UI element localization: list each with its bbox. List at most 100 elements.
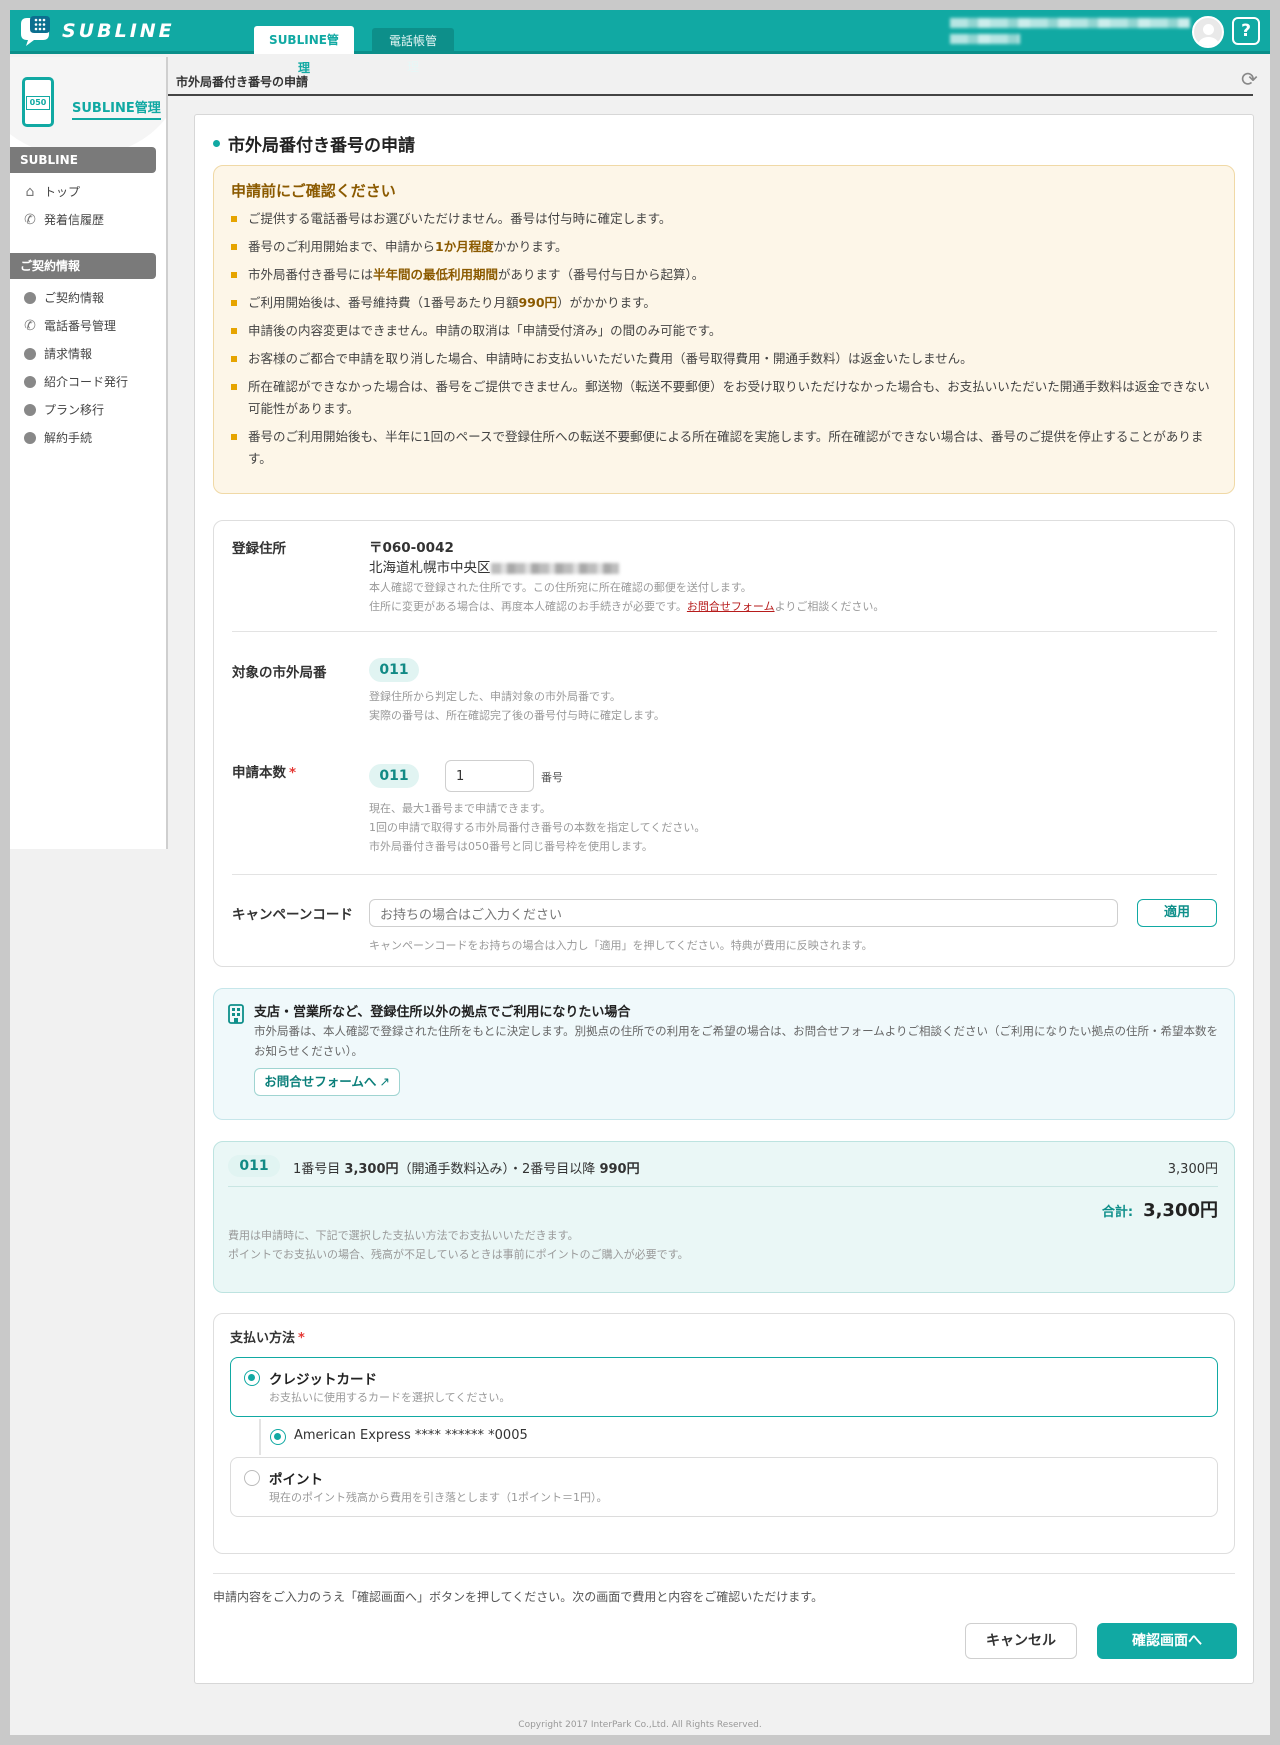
top-header: SUBLINE SUBLINE管理 電話帳管理 ? (10, 10, 1270, 75)
logo-text: SUBLINE (62, 20, 175, 42)
amex-card-radio[interactable] (270, 1429, 286, 1445)
bullet-icon (24, 347, 36, 360)
sidebar-item-label: 解約手続 (44, 431, 93, 445)
sidebar-item-contract-info[interactable]: ご契約情報 (22, 289, 104, 306)
precheck-notice: 申請前にご確認ください ご提供する電話番号はお選びいただけません。番号は付与時に… (213, 165, 1235, 494)
sidebar-item-phone-numbers[interactable]: ✆ 電話番号管理 (22, 317, 116, 334)
bullet-icon (24, 431, 36, 444)
notice-item: 市外局番付き番号には半年間の最低利用期間があります（番号付与日から起算）。 (231, 264, 1221, 286)
main-content: 市外局番付き番号の申請 ⟳ 市外局番付き番号の申請 申請前にご確認ください ご提… (168, 57, 1270, 1735)
blurred-account-id (950, 34, 1020, 44)
sidebar-item-label: ご契約情報 (44, 291, 105, 305)
quantity-note-2: 1回の申請で取得する市外局番付き番号の本数を指定してください。 (369, 821, 706, 834)
chat-logo-icon[interactable] (18, 14, 52, 48)
building-icon (228, 1004, 244, 1024)
notice-item: ご利用開始後は、番号維持費（1番号あたり月額990円）がかかります。 (231, 292, 1221, 314)
sidebar-item-cancellation[interactable]: 解約手続 (22, 429, 92, 446)
footer-note: 申請内容をご入力のうえ「確認画面へ」ボタンを押してください。次の画面で費用と内容… (213, 1590, 824, 1604)
sidebar-item-label: 電話番号管理 (44, 319, 117, 333)
tab-phonebook-admin[interactable]: 電話帳管理 (372, 28, 454, 74)
quantity-note-1: 現在、最大1番号まで申請できます。 (369, 802, 551, 815)
apply-campaign-button[interactable]: 適用 (1137, 899, 1217, 927)
cancel-button[interactable]: キャンセル (965, 1623, 1077, 1659)
address-note-2: 住所に変更がある場合は、再度本人確認のお手続きが必要です。お問合せフォームよりご… (369, 600, 885, 613)
page-title: 市外局番付き番号の申請 (213, 131, 415, 156)
quantity-note-3: 市外局番付き番号は050番号と同じ番号枠を使用します。 (369, 840, 653, 853)
blurred-account-name (950, 18, 1190, 28)
price-note-1: 費用は申請時に、下記で選択した支払い方法でお支払いいただきます。 (228, 1229, 579, 1242)
phone-badge-text: 050 (26, 96, 50, 110)
sidebar-item-referral-code[interactable]: 紹介コード発行 (22, 373, 128, 390)
sidebar-item-billing[interactable]: 請求情報 (22, 345, 92, 362)
price-amount: 3,300円 (1167, 1162, 1218, 1177)
page-title-text: 市外局番付き番号の申請 (228, 136, 415, 156)
notice-item: ご提供する電話番号はお選びいただけません。番号は付与時に確定します。 (231, 208, 1221, 230)
credit-card-radio[interactable] (244, 1370, 260, 1386)
breadcrumb-divider (168, 94, 1253, 96)
help-icon[interactable]: ? (1232, 17, 1260, 45)
address-line: 北海道札幌市中央区 (369, 556, 619, 576)
bullet-icon (24, 403, 36, 416)
price-note-2: ポイントでお支払いの場合、残高が不足しているときは事前にポイントのご購入が必要で… (228, 1248, 689, 1261)
sidebar-item-top[interactable]: ⌂ トップ (22, 183, 80, 200)
branch-text: 市外局番は、本人確認で登録された住所をもとに決定します。別拠点の住所での利用をご… (254, 1024, 1219, 1058)
sidebar: 050 SUBLINE管理 SUBLINE ⌂ トップ ✆ 発着信履歴 ご契約情報 … (10, 57, 168, 849)
point-option[interactable]: ポイント 現在のポイント残高から費用を引き落とします（1ポイント＝1円）。 (230, 1457, 1218, 1517)
sidebar-item-call-history[interactable]: ✆ 発着信履歴 (22, 211, 104, 228)
payment-method-section: 支払い方法 * クレジットカード お支払いに使用するカードを選択してください。 A… (213, 1313, 1235, 1554)
application-form: 登録住所 〒060-0042 北海道札幌市中央区 本人確認で登録された住所です。… (213, 520, 1235, 967)
home-icon: ⌂ (25, 183, 35, 200)
area-code-label: 対象の市外局番 (232, 665, 327, 681)
title-bullet-icon (213, 140, 220, 147)
notice-item: 申請後の内容変更はできません。申請の取消は「申請受付済み」の間のみ可能です。 (231, 320, 1221, 342)
notice-list: ご提供する電話番号はお選びいただけません。番号は付与時に確定します。 番号のご利… (231, 208, 1221, 476)
quantity-input[interactable]: 1 (445, 760, 534, 792)
campaign-label: キャンペーンコード (232, 907, 353, 923)
credit-card-sub: お支払いに使用するカードを選択してください。 (269, 1391, 511, 1404)
postal-code: 〒060-0042 (369, 540, 454, 556)
tab-subline-admin[interactable]: SUBLINE管理 (254, 26, 354, 75)
copyright: Copyright 2017 InterPark Co.,Ltd. All Ri… (518, 1720, 762, 1730)
price-summary: 011 1番号目 3,300円（開通手数料込み）・2番号目以降 990円 3,3… (213, 1141, 1235, 1293)
amex-card-label[interactable]: American Express **** ****** *0005 (294, 1428, 528, 1443)
credit-card-option[interactable]: クレジットカード お支払いに使用するカードを選択してください。 (230, 1357, 1218, 1417)
refresh-icon[interactable]: ⟳ (1241, 67, 1258, 91)
sidebar-item-label: 紹介コード発行 (44, 375, 129, 389)
form-divider (232, 874, 1217, 875)
campaign-code-input[interactable]: お持ちの場合はご入力ください (369, 899, 1118, 927)
sidebar-group-subline: SUBLINE (10, 147, 156, 173)
notice-item: 所在確認ができなかった場合は、番号をご提供できません。郵送物（転送不要郵便）をお… (231, 376, 1221, 420)
external-link-icon: ↗ (379, 1074, 390, 1089)
campaign-note: キャンペーンコードをお持ちの場合は入力し「適用」を押してください。特典が費用に反… (369, 939, 873, 952)
price-code-pill: 011 (228, 1155, 280, 1177)
sidebar-title[interactable]: SUBLINE管理 (72, 97, 161, 120)
branch-info-box: 支店・営業所など、登録住所以外の拠点でご利用になりたい場合 市外局番は、本人確認… (213, 988, 1235, 1120)
inquiry-form-button[interactable]: お問合せフォームへ ↗ (254, 1068, 400, 1096)
point-radio[interactable] (244, 1470, 260, 1486)
sidebar-group-contract: ご契約情報 (10, 253, 156, 279)
card-tree-line (259, 1419, 261, 1455)
price-total: 合計: 3,300円 (1101, 1200, 1218, 1221)
form-divider (232, 631, 1217, 632)
notice-item: 番号のご利用開始まで、申請から1か月程度かかります。 (231, 236, 1221, 258)
phone-icon: ✆ (24, 317, 36, 334)
confirm-button[interactable]: 確認画面へ (1097, 1623, 1237, 1659)
total-amount: 3,300円 (1143, 1200, 1218, 1221)
phone-incoming-icon: ✆ (24, 211, 36, 228)
quantity-label: 申請本数 * (232, 765, 297, 781)
footer-divider (213, 1573, 1235, 1574)
bullet-icon (24, 375, 36, 388)
area-code-note-1: 登録住所から判定した、申請対象の市外局番です。 (369, 690, 621, 703)
app-frame: SUBLINE SUBLINE管理 電話帳管理 ? 050 SUBLINE管理 … (10, 10, 1270, 1735)
sidebar-item-label: トップ (44, 185, 81, 199)
inquiry-form-link[interactable]: お問合せフォーム (687, 600, 775, 613)
area-code-note-2: 実際の番号は、所在確認完了後の番号付与時に確定します。 (369, 709, 665, 722)
branch-title: 支店・営業所など、登録住所以外の拠点でご利用になりたい場合 (254, 1005, 631, 1020)
user-avatar-icon[interactable] (1192, 16, 1224, 48)
quantity-unit: 番号 (541, 771, 563, 784)
point-sub: 現在のポイント残高から費用を引き落とします（1ポイント＝1円）。 (269, 1491, 608, 1504)
sidebar-item-plan-change[interactable]: プラン移行 (22, 401, 104, 418)
bullet-icon (24, 291, 36, 304)
mobile-phone-icon: 050 (22, 77, 54, 127)
notice-item: 番号のご利用開始後も、半年に1回のペースで登録住所への転送不要郵便による所在確認… (231, 426, 1221, 470)
